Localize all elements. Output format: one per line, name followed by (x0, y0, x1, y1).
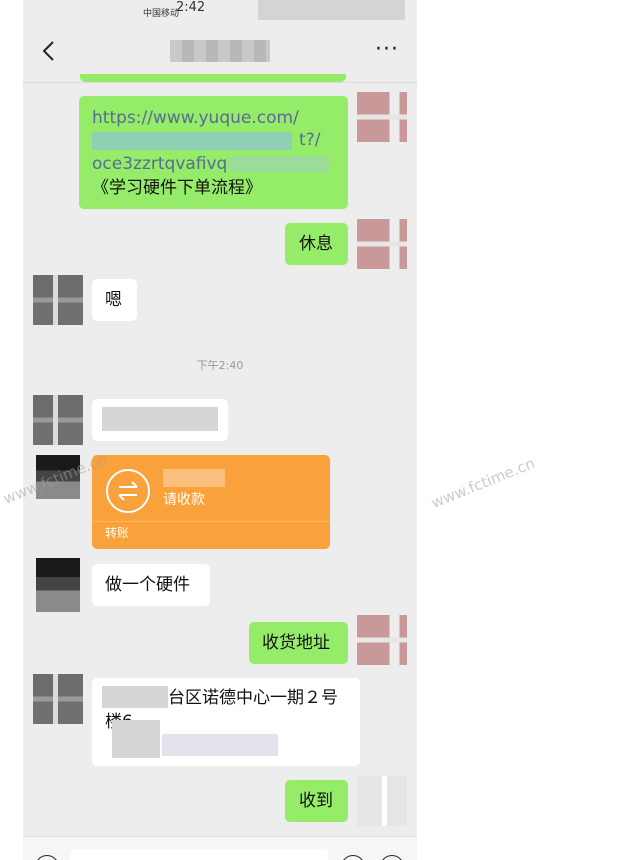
message-address[interactable]: 台区诺德中心一期２号 楼6 (92, 678, 360, 766)
message-address-request[interactable]: 收货地址 (249, 622, 348, 664)
contact-name-blurred (170, 40, 270, 62)
chevron-left-icon (42, 41, 54, 61)
my-avatar[interactable] (357, 219, 407, 269)
message-hardware[interactable]: 做一个硬件 (92, 564, 210, 606)
transfer-icon (106, 469, 150, 513)
message-ok[interactable]: 嗯 (92, 279, 137, 321)
link-text-line2[interactable]: t?/ (299, 128, 320, 152)
input-bar (23, 836, 417, 860)
blurred-text (92, 132, 292, 150)
blurred-text (102, 407, 218, 431)
message-input[interactable] (70, 849, 328, 860)
my-avatar[interactable] (357, 615, 407, 665)
previous-bubble-edge (80, 74, 346, 82)
blurred-text (102, 686, 168, 708)
voice-icon[interactable] (35, 855, 59, 860)
link-message[interactable]: https://www.yuque.com/ t?/ oce3zzrtqvafi… (79, 96, 348, 209)
my-avatar[interactable] (357, 776, 407, 826)
transfer-label: 请收款 (163, 492, 205, 508)
timestamp: 下午2:40 (196, 359, 244, 372)
status-icons-blurred (258, 0, 405, 20)
address-line1: 台区诺德中心一期２号 (168, 688, 338, 708)
contact-avatar[interactable] (33, 674, 83, 724)
carrier-label: 中国移动 (143, 9, 180, 19)
message-blurred[interactable] (92, 399, 228, 441)
plus-icon[interactable] (380, 855, 404, 860)
message-text: 嗯 (105, 290, 122, 310)
link-text-line3[interactable]: oce3zzrtqvafivqb (92, 152, 238, 176)
chat-screen: 中国移动 2:42 ··· https://www.yuque.com/ t?/… (23, 0, 417, 860)
message-received[interactable]: 收到 (285, 780, 348, 822)
link-text-line1[interactable]: https://www.yuque.com/ (92, 106, 299, 130)
blurred-text (229, 156, 329, 172)
contact-avatar[interactable] (36, 558, 80, 612)
divider (92, 521, 330, 522)
contact-avatar[interactable] (33, 275, 83, 325)
message-text: 收到 (299, 791, 333, 811)
blurred-text (162, 734, 278, 756)
transfer-footer: 转账 (105, 526, 130, 540)
message-text: 收货地址 (262, 633, 330, 653)
message-text: 休息 (299, 234, 333, 254)
contact-avatar[interactable] (33, 395, 83, 445)
message-text: 做一个硬件 (105, 575, 190, 595)
status-bar: 中国移动 2:42 (23, 0, 417, 22)
clock: 2:42 (176, 0, 206, 15)
more-button[interactable]: ··· (375, 35, 399, 65)
link-title: 《学习硬件下单流程》 (92, 178, 262, 198)
back-button[interactable] (37, 36, 61, 66)
transfer-card[interactable]: 请收款 转账 (92, 455, 330, 549)
watermark: www.fctime.cn (428, 454, 538, 512)
transfer-amount-blurred (163, 469, 225, 487)
emoji-icon[interactable] (341, 855, 365, 860)
blurred-text (112, 720, 160, 758)
message-rest[interactable]: 休息 (285, 223, 348, 265)
my-avatar[interactable] (357, 92, 407, 142)
